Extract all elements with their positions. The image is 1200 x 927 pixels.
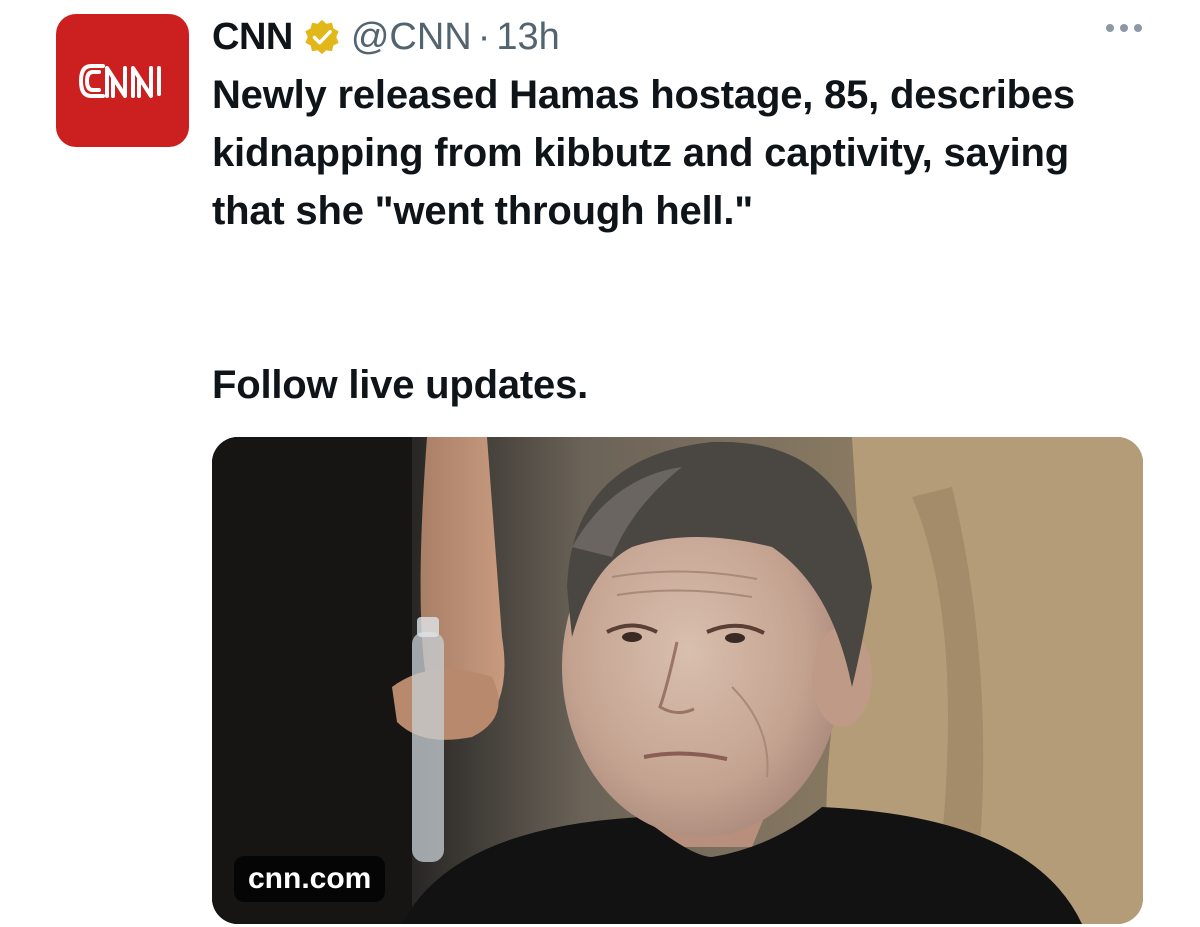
tweet-text: Newly released Hamas hostage, 85, descri… bbox=[212, 73, 1075, 233]
link-card[interactable]: cnn.com bbox=[212, 437, 1143, 924]
author-handle[interactable]: @CNN bbox=[351, 16, 472, 59]
dot-2 bbox=[1120, 24, 1128, 32]
follow-live-updates-text[interactable]: Follow live updates. bbox=[212, 356, 588, 414]
card-domain-label: cnn.com bbox=[234, 856, 386, 902]
photo-of-elderly-woman bbox=[212, 437, 1143, 924]
dot-1 bbox=[1106, 24, 1114, 32]
tweet-timestamp[interactable]: 13h bbox=[496, 16, 559, 59]
dot-3 bbox=[1134, 24, 1142, 32]
tweet-header: CNN @CNN · 13h bbox=[212, 12, 560, 62]
verified-badge-icon bbox=[305, 19, 339, 55]
cnn-avatar[interactable] bbox=[56, 14, 189, 147]
separator-dot: · bbox=[477, 15, 491, 58]
cnn-logo-icon bbox=[78, 63, 161, 98]
more-options-icon[interactable] bbox=[1106, 24, 1142, 32]
author-name[interactable]: CNN bbox=[212, 16, 293, 59]
